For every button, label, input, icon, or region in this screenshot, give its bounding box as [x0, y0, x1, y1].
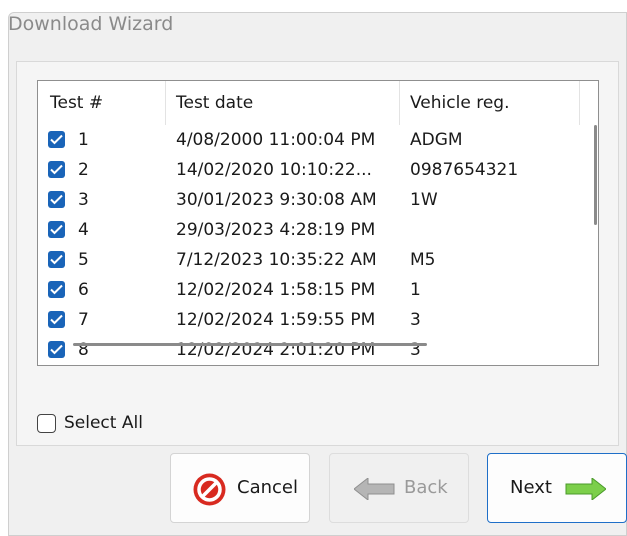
cell-vehicle-reg: M5 [410, 250, 436, 270]
vertical-scroll-thumb[interactable] [594, 125, 597, 225]
cell-test-number: 7 [78, 310, 89, 330]
column-header-test-date[interactable]: Test date [176, 81, 253, 125]
cell-test-date: 4/08/2000 11:00:04 PM [176, 130, 376, 150]
list-header: Test # Test date Vehicle reg. [38, 81, 580, 125]
column-header-vehicle-reg[interactable]: Vehicle reg. [410, 81, 509, 125]
cell-test-date: 12/02/2024 1:58:15 PM [176, 280, 376, 300]
cell-vehicle-reg: ADGM [410, 130, 463, 150]
cell-test-date: 14/02/2020 10:10:22... [176, 160, 372, 180]
cell-test-number: 6 [78, 280, 89, 300]
row-checkbox[interactable] [48, 221, 65, 238]
cell-vehicle-reg: 3 [410, 310, 421, 330]
vertical-scrollbar[interactable] [580, 81, 598, 365]
list-row[interactable]: 7 12/02/2024 1:59:55 PM 3 [38, 305, 580, 335]
cell-vehicle-reg: 1 [410, 280, 421, 300]
row-checkbox[interactable] [48, 281, 65, 298]
cancel-button-label: Cancel [237, 477, 298, 498]
list-row[interactable]: 4 29/03/2023 4:28:19 PM [38, 215, 580, 245]
row-checkbox[interactable] [48, 341, 65, 358]
cell-vehicle-reg: 3 [410, 340, 421, 360]
window-title: Download Wizard [8, 13, 174, 35]
cell-test-number: 2 [78, 160, 89, 180]
cell-test-date: 12/02/2024 2:01:20 PM [176, 340, 376, 360]
list-row[interactable]: 3 30/01/2023 9:30:08 AM 1W [38, 185, 580, 215]
cell-test-date: 12/02/2024 1:59:55 PM [176, 310, 376, 330]
list-row[interactable]: 1 4/08/2000 11:00:04 PM ADGM [38, 125, 580, 155]
row-checkbox[interactable] [48, 311, 65, 328]
next-button[interactable]: Next [487, 453, 627, 523]
cell-vehicle-reg: 1W [410, 190, 438, 210]
row-checkbox[interactable] [48, 191, 65, 208]
list-row[interactable]: 2 14/02/2020 10:10:22... 0987654321 [38, 155, 580, 185]
back-button-label: Back [404, 477, 448, 498]
select-all-label: Select All [64, 413, 143, 433]
row-checkbox[interactable] [48, 131, 65, 148]
list-row[interactable]: 8 12/02/2024 2:01:20 PM 3 [38, 335, 580, 365]
right-arrow-icon [564, 476, 607, 505]
cell-vehicle-reg: 0987654321 [410, 160, 519, 180]
list-row[interactable]: 6 12/02/2024 1:58:15 PM 1 [38, 275, 580, 305]
cell-test-number: 1 [78, 130, 89, 150]
cell-test-date: 7/12/2023 10:35:22 AM [176, 250, 377, 270]
horizontal-scroll-thumb[interactable] [73, 343, 427, 346]
column-header-test-number[interactable]: Test # [50, 81, 103, 125]
next-button-label: Next [510, 477, 552, 498]
left-arrow-icon [353, 476, 396, 505]
column-separator[interactable] [165, 81, 166, 125]
cell-test-number: 8 [78, 340, 89, 360]
cell-test-date: 29/03/2023 4:28:19 PM [176, 220, 376, 240]
cell-test-number: 3 [78, 190, 89, 210]
cancel-icon [192, 472, 227, 512]
cell-test-date: 30/01/2023 9:30:08 AM [176, 190, 377, 210]
row-checkbox[interactable] [48, 161, 65, 178]
tests-list[interactable]: Test # Test date Vehicle reg. 1 4/08/2000… [37, 80, 599, 366]
cancel-button[interactable]: Cancel [170, 453, 310, 523]
back-button[interactable]: Back [329, 453, 469, 523]
row-checkbox[interactable] [48, 251, 65, 268]
list-row[interactable]: 5 7/12/2023 10:35:22 AM M5 [38, 245, 580, 275]
selection-panel: Test # Test date Vehicle reg. 1 4/08/2000… [16, 61, 619, 446]
cell-test-number: 5 [78, 250, 89, 270]
cell-test-number: 4 [78, 220, 89, 240]
column-separator[interactable] [399, 81, 400, 125]
select-all-box[interactable] [37, 414, 56, 433]
